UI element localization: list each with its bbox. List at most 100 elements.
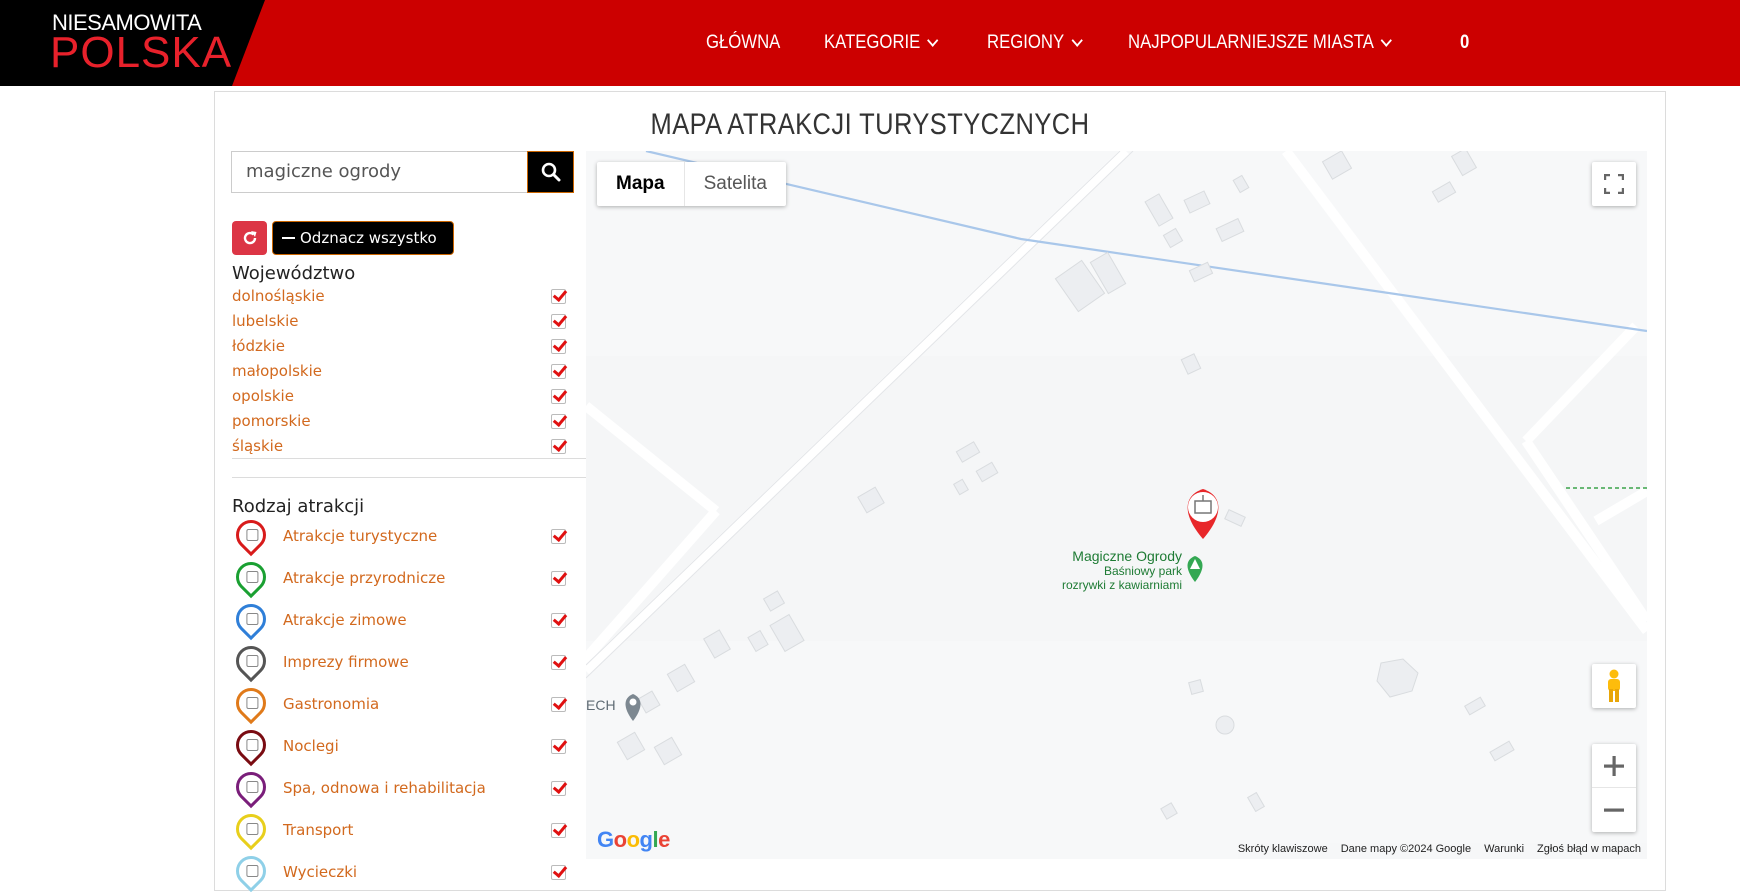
region-filter-item[interactable]: małopolskie <box>232 362 572 382</box>
plus-icon <box>1604 755 1624 776</box>
region-label[interactable]: pomorskie <box>232 412 311 430</box>
nav-counter: 0 <box>1459 32 1470 53</box>
site-logo[interactable]: NIESAMOWITA POLSKA <box>0 0 265 86</box>
attraction-label[interactable]: Transport <box>283 821 353 839</box>
fullscreen-button[interactable] <box>1592 162 1636 206</box>
region-label[interactable]: małopolskie <box>232 362 322 380</box>
logo-bottom-text: POLSKA <box>50 28 233 77</box>
attraction-checkbox[interactable] <box>551 823 566 838</box>
attractions-title: Rodzaj atrakcji <box>232 496 365 517</box>
zoom-control <box>1592 744 1636 832</box>
uncheck-all-label: Odznacz wszystko <box>300 229 437 247</box>
attraction-filter-item[interactable]: Imprezy firmowe <box>229 639 572 683</box>
street-view-button[interactable] <box>1592 664 1636 708</box>
region-label[interactable]: śląskie <box>232 437 283 455</box>
region-checkbox[interactable] <box>551 364 566 379</box>
attraction-pin-icon <box>229 681 273 725</box>
region-filter-item[interactable]: łódzkie <box>232 337 572 357</box>
pegman-icon <box>1608 669 1620 702</box>
attraction-checkbox[interactable] <box>551 613 566 628</box>
uncheck-all-button[interactable]: Odznacz wszystko <box>272 221 454 255</box>
search-input[interactable]: magiczne ogrody <box>231 151 528 193</box>
region-checkbox[interactable] <box>551 314 566 329</box>
attraction-checkbox[interactable] <box>551 697 566 712</box>
chevron-down-icon <box>1071 33 1083 47</box>
poi-label[interactable]: ECH <box>586 697 616 713</box>
attraction-filter-item[interactable]: Transport <box>229 807 572 851</box>
attraction-filter-item[interactable]: Atrakcje turystyczne <box>229 513 572 557</box>
region-filter-item[interactable]: lubelskie <box>232 312 572 332</box>
google-logo[interactable]: Google <box>597 827 670 853</box>
nav-item-regiony[interactable]: REGIONY <box>987 32 1083 54</box>
chevron-down-icon <box>927 33 940 47</box>
attraction-label[interactable]: Wycieczki <box>283 863 357 881</box>
terms-link[interactable]: Warunki <box>1484 843 1524 859</box>
attraction-pin-icon <box>229 555 273 599</box>
search-button[interactable] <box>527 151 574 193</box>
nav-item-kategorie[interactable]: KATEGORIE <box>824 32 940 54</box>
nav-item-miasta[interactable]: NAJPOPULARNIEJSZE MIASTA <box>1127 32 1392 54</box>
attraction-checkbox[interactable] <box>551 571 566 586</box>
map-type-satellite[interactable]: Satelita <box>685 162 786 206</box>
attraction-pin-icon <box>229 849 273 892</box>
zoom-out-button[interactable] <box>1592 788 1636 832</box>
map-data-credit: Dane mapy ©2024 Google <box>1340 843 1472 855</box>
region-checkbox[interactable] <box>551 439 566 454</box>
attraction-label[interactable]: Atrakcje turystyczne <box>283 527 437 545</box>
top-navbar: NIESAMOWITA POLSKA GŁÓWNA KATEGORIE REGI… <box>0 0 1740 86</box>
region-checkbox[interactable] <box>551 414 566 429</box>
region-label[interactable]: opolskie <box>232 387 294 405</box>
reset-button[interactable] <box>232 221 267 255</box>
nav-item-glowna[interactable]: GŁÓWNA <box>706 32 780 54</box>
nav-label: KATEGORIE <box>824 32 921 53</box>
attraction-filter-item[interactable]: Spa, odnowa i rehabilitacja <box>229 765 572 809</box>
nav-item-counter[interactable]: 0 <box>1460 32 1469 54</box>
attraction-checkbox[interactable] <box>551 739 566 754</box>
region-filter-item[interactable]: dolnośląskie <box>232 287 572 307</box>
place-description: rozrywki z kawiarniami <box>1061 578 1182 592</box>
attraction-checkbox[interactable] <box>551 529 566 544</box>
map-view[interactable]: Magiczne Ogrody Baśniowy park rozrywki z… <box>586 151 1647 859</box>
region-label[interactable]: dolnośląskie <box>232 287 325 305</box>
attraction-filter-item[interactable]: Atrakcje przyrodnicze <box>229 555 572 599</box>
map-footer: Skróty klawiszowe Dane mapy ©2024 Google… <box>1237 843 1647 859</box>
fullscreen-icon <box>1604 174 1624 194</box>
place-name: Magiczne Ogrody <box>1072 548 1182 564</box>
report-error-link[interactable]: Zgłoś błąd w mapach <box>1537 843 1641 859</box>
region-checkbox[interactable] <box>551 289 566 304</box>
region-filter-item[interactable]: pomorskie <box>232 412 572 432</box>
attraction-checkbox[interactable] <box>551 781 566 796</box>
divider <box>232 458 586 459</box>
zoom-in-button[interactable] <box>1592 744 1636 788</box>
attraction-label[interactable]: Atrakcje zimowe <box>283 611 407 629</box>
place-label[interactable]: Magiczne Ogrody Baśniowy park rozrywki z… <box>1006 548 1182 592</box>
keyboard-shortcuts-link[interactable]: Skróty klawiszowe <box>1238 843 1328 859</box>
attraction-label[interactable]: Noclegi <box>283 737 339 755</box>
region-checkbox[interactable] <box>551 339 566 354</box>
attraction-label[interactable]: Spa, odnowa i rehabilitacja <box>283 779 486 797</box>
map-type-map[interactable]: Mapa <box>597 162 685 206</box>
attraction-filter-item[interactable]: Gastronomia <box>229 681 572 725</box>
region-label[interactable]: łódzkie <box>232 337 285 355</box>
region-checkbox[interactable] <box>551 389 566 404</box>
attraction-pin-icon <box>229 513 273 557</box>
attraction-filter-item[interactable]: Wycieczki <box>229 849 572 892</box>
attraction-filter-item[interactable]: Noclegi <box>229 723 572 767</box>
main-nav: GŁÓWNA KATEGORIE REGIONY NAJPOPULARNIEJS… <box>706 0 1505 86</box>
attraction-checkbox[interactable] <box>551 655 566 670</box>
attraction-label[interactable]: Gastronomia <box>283 695 379 713</box>
region-filter-item[interactable]: opolskie <box>232 387 572 407</box>
attraction-label[interactable]: Atrakcje przyrodnicze <box>283 569 445 587</box>
attraction-label[interactable]: Imprezy firmowe <box>283 653 409 671</box>
nav-label: NAJPOPULARNIEJSZE MIASTA <box>1127 32 1374 53</box>
refresh-icon <box>243 231 256 245</box>
region-label[interactable]: lubelskie <box>232 312 299 330</box>
region-filter-item[interactable]: śląskie <box>232 437 572 457</box>
minus-icon <box>1604 808 1624 812</box>
attraction-filter-item[interactable]: Atrakcje zimowe <box>229 597 572 641</box>
chevron-down-icon <box>1380 33 1392 47</box>
attraction-checkbox[interactable] <box>551 865 566 880</box>
place-description: Baśniowy park <box>1103 564 1182 578</box>
attraction-pin-icon <box>229 597 273 641</box>
attraction-pin-icon <box>229 639 273 683</box>
